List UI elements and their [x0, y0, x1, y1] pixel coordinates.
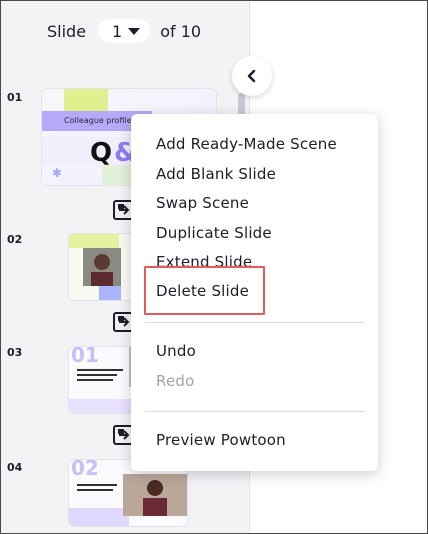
- menu-item-add-blank-slide[interactable]: Add Blank Slide: [156, 165, 276, 183]
- slide-number-2: 02: [7, 233, 23, 246]
- editor-window: Slide 1 of 10 01 Q & ✱ Colleague profile…: [0, 0, 428, 534]
- menu-divider: [145, 322, 364, 323]
- slide-number-1: 01: [7, 91, 23, 104]
- menu-item-duplicate-slide[interactable]: Duplicate Slide: [156, 224, 272, 242]
- slide-number-select[interactable]: 1: [98, 19, 151, 43]
- menu-item-add-ready-made-scene[interactable]: Add Ready-Made Scene: [156, 135, 337, 153]
- svg-text:✱: ✱: [52, 166, 62, 180]
- svg-text:Q: Q: [90, 138, 112, 168]
- chevron-left-icon: [247, 69, 256, 83]
- slide-label: Slide: [47, 21, 87, 41]
- slide-4-number-text: 02: [71, 459, 99, 480]
- slide-3-number-text: 01: [71, 346, 99, 367]
- slide-number-4: 04: [7, 461, 23, 474]
- menu-item-preview-powtoon[interactable]: Preview Powtoon: [156, 431, 286, 449]
- delete-slide-highlight: [144, 266, 265, 315]
- menu-item-redo: Redo: [156, 372, 195, 390]
- slide-navigator: Slide 1 of 10: [47, 19, 201, 43]
- menu-item-undo[interactable]: Undo: [156, 342, 196, 360]
- menu-divider: [145, 411, 364, 412]
- slide-number-3: 03: [7, 346, 23, 359]
- collapse-panel-button[interactable]: [232, 56, 272, 96]
- slide-count-label: of 10: [160, 21, 202, 41]
- menu-item-swap-scene[interactable]: Swap Scene: [156, 194, 249, 212]
- caret-down-icon: [128, 27, 141, 35]
- slide-1-title: Colleague profile u: [64, 116, 140, 125]
- current-slide-number: 1: [112, 21, 123, 41]
